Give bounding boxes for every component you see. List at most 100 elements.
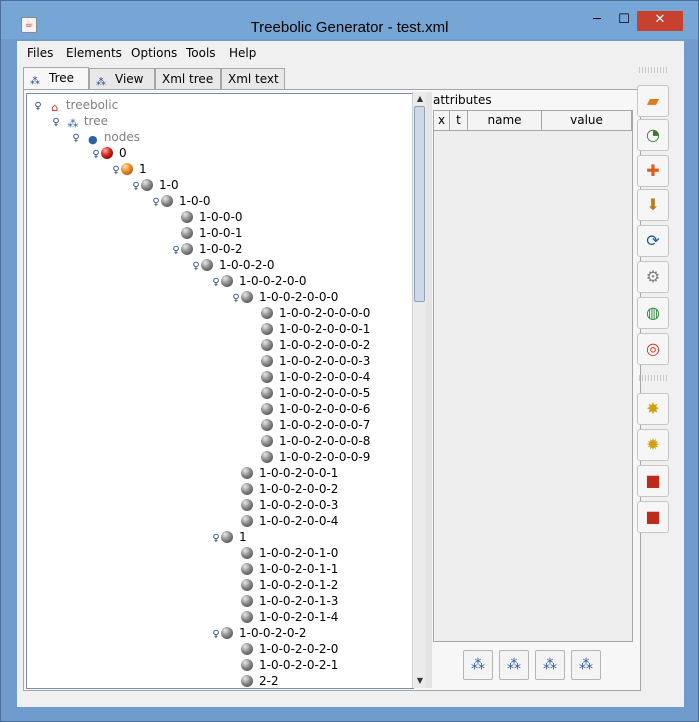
save-icon[interactable]: ⬇ <box>637 189 669 221</box>
settings-doc-icon[interactable]: ⚙ <box>637 261 669 293</box>
menu-tools[interactable]: Tools <box>186 46 216 60</box>
close-button[interactable]: ✕ <box>637 11 683 31</box>
help-lifebuoy-icon[interactable]: ◎ <box>637 333 669 365</box>
tree-layout-3-icon[interactable]: ⁂ <box>535 650 565 680</box>
open-url-icon[interactable]: ◔ <box>637 119 669 151</box>
tree-node[interactable]: 1-0-0-2-0-0-0-5 <box>251 385 370 401</box>
node-ball-icon <box>261 307 273 319</box>
tree-node-label: 1 <box>239 530 247 544</box>
tree-node[interactable]: 1-0-0-2-0-2-1 <box>231 657 338 673</box>
expand-handle-icon[interactable]: ♀ <box>111 163 121 179</box>
copy-node-icon[interactable]: ■ <box>637 501 669 533</box>
tree-node[interactable]: ♀ 1-0-0-2-0-0 <box>211 273 306 289</box>
tree-node[interactable]: ♀ 1 <box>211 529 247 547</box>
tree-node[interactable]: 1-0-0-2-0-0-4 <box>231 513 338 529</box>
expand-handle-icon[interactable]: ♀ <box>191 259 201 275</box>
tree-node-nodes[interactable]: ♀ ● nodes <box>71 129 140 147</box>
tree-node[interactable]: 1-0-0-2-0-1-2 <box>231 577 338 593</box>
expand-handle-icon[interactable]: ♀ <box>211 275 221 291</box>
add-node-icon[interactable]: ✸ <box>637 393 669 425</box>
tree-node[interactable]: ♀ 0 <box>91 145 126 163</box>
new-document-icon[interactable]: ✚ <box>637 155 669 187</box>
scroll-down-icon[interactable]: ▼ <box>413 674 427 688</box>
expand-handle-icon[interactable]: ♀ <box>211 627 221 643</box>
title-bar[interactable]: ☕ Treebolic Generator - test.xml ─ ☐ ✕ <box>1 1 698 39</box>
tree-node[interactable]: ♀ 1-0-0-2-0-2 <box>211 625 306 641</box>
menu-help[interactable]: Help <box>229 46 256 60</box>
node-ball-icon <box>241 515 253 527</box>
attributes-table[interactable]: x t name value <box>433 110 633 642</box>
menu-files[interactable]: Files <box>27 46 53 60</box>
tree-node[interactable]: 1-0-0-2-0-0-0-1 <box>251 321 370 337</box>
tree-node[interactable]: 1-0-0-2-0-0-2 <box>231 481 338 497</box>
tree-layout-2-icon[interactable]: ⁂ <box>499 650 529 680</box>
move-node-icon[interactable]: ■ <box>637 465 669 497</box>
column-header-x[interactable]: x <box>434 111 450 131</box>
menu-elements[interactable]: Elements <box>66 46 122 60</box>
toolbar-grip[interactable] <box>639 67 669 73</box>
remove-node-icon[interactable]: ✹ <box>637 429 669 461</box>
minimize-button[interactable]: ─ <box>583 11 611 31</box>
tree-node-tree[interactable]: ♀ ⁂ tree <box>51 113 108 131</box>
tree-node[interactable]: ♀ 1-0-0-2-0-0-0 <box>231 289 338 305</box>
node-ball-icon <box>221 275 233 287</box>
tree-node[interactable]: 1-0-0-0 <box>171 209 243 225</box>
open-folder-icon[interactable]: ▰ <box>637 85 669 117</box>
tree-view[interactable]: ♀ ⌂ treebolic ♀ ⁂ tree ♀ ● nodes ♀ 0 ♀ 1 ♀ 1-0 ♀ 1… <box>26 93 414 689</box>
tree-node[interactable]: ♀ 1-0-0-2-0 <box>191 257 274 275</box>
tree-node-root[interactable]: ♀ ⌂ treebolic <box>33 97 118 115</box>
tab-view[interactable]: ⁂ View <box>89 68 155 90</box>
column-header-value[interactable]: value <box>542 111 632 131</box>
tree-node[interactable]: 1-0-0-2-0-1-0 <box>231 545 338 561</box>
tree-node-label: 1-0-0-2-0-0-0-6 <box>279 402 371 416</box>
scroll-thumb[interactable] <box>414 106 425 302</box>
refresh-icon[interactable]: ⟳ <box>637 225 669 257</box>
expand-handle-icon[interactable]: ♀ <box>171 243 181 259</box>
expand-handle-icon[interactable]: ♀ <box>91 147 101 163</box>
tree-node-label: 1-0-0-2-0-0-0-5 <box>279 386 371 400</box>
maximize-button[interactable]: ☐ <box>611 11 637 31</box>
expand-handle-icon[interactable]: ♀ <box>151 195 161 211</box>
tree-node[interactable]: 1-0-0-2-0-0-0-6 <box>251 401 370 417</box>
tab-tree[interactable]: ⁂ Tree <box>23 67 89 90</box>
tree-node[interactable]: 2-2 <box>231 673 279 688</box>
tree-node[interactable]: 1-0-0-2-0-0-0-8 <box>251 433 370 449</box>
tree-node[interactable]: 1-0-0-2-0-0-0-7 <box>251 417 370 433</box>
tree-node[interactable]: ♀ 1-0 <box>131 177 178 195</box>
tree-layout-1-icon[interactable]: ⁂ <box>463 650 493 680</box>
tree-node-label: 1-0-0-2-0-0-0-9 <box>279 450 371 464</box>
expand-handle-icon[interactable]: ♀ <box>231 291 241 307</box>
tree-node[interactable]: 1-0-0-2-0-0-0-4 <box>251 369 370 385</box>
toolbar-grip[interactable] <box>639 375 669 381</box>
tree-node[interactable]: 1-0-0-2-0-0-0-2 <box>251 337 370 353</box>
tree-layout-4-icon[interactable]: ⁂ <box>571 650 601 680</box>
globe-doc-icon[interactable]: ◍ <box>637 297 669 329</box>
expand-handle-icon[interactable]: ♀ <box>51 115 61 131</box>
tab-xml-tree[interactable]: Xml tree <box>155 68 221 90</box>
tree-node[interactable]: 1-0-0-2-0-0-0-0 <box>251 305 370 321</box>
column-header-name[interactable]: name <box>468 111 542 131</box>
tree-node[interactable]: 1-0-0-2-0-1-3 <box>231 593 338 609</box>
tree-node[interactable]: 1-0-0-2-0-1-4 <box>231 609 338 625</box>
menu-options[interactable]: Options <box>131 46 177 60</box>
tree-node[interactable]: 1-0-0-2-0-0-3 <box>231 497 338 513</box>
expand-handle-icon[interactable]: ♀ <box>71 131 81 147</box>
tree-node[interactable]: ♀ 1-0-0 <box>151 193 210 211</box>
tree-node[interactable]: 1-0-0-2-0-2-0 <box>231 641 338 657</box>
tree-node[interactable]: ♀ 1 <box>111 161 146 179</box>
tree-node[interactable]: 1-0-0-1 <box>171 225 243 241</box>
split-pane-divider[interactable] <box>426 92 432 688</box>
expand-handle-icon[interactable]: ♀ <box>211 531 221 547</box>
expand-handle-icon[interactable]: ♀ <box>131 179 141 195</box>
tree-node[interactable]: 1-0-0-2-0-0-0-9 <box>251 449 370 465</box>
column-header-t[interactable]: t <box>450 111 468 131</box>
tree-node[interactable]: ♀ 1-0-0-2 <box>171 241 242 259</box>
tree-node[interactable]: 1-0-0-2-0-1-1 <box>231 561 338 577</box>
tree-node[interactable]: 1-0-0-2-0-0-0-3 <box>251 353 370 369</box>
menu-bar: Files Elements Options Tools Help <box>17 41 684 65</box>
expand-handle-icon[interactable]: ♀ <box>33 99 43 115</box>
scroll-up-icon[interactable]: ▲ <box>413 92 427 106</box>
tab-xml-text[interactable]: Xml text <box>221 68 285 90</box>
tree-node[interactable]: 1-0-0-2-0-0-1 <box>231 465 338 481</box>
tree-scrollbar[interactable]: ▲ ▼ <box>412 92 426 688</box>
